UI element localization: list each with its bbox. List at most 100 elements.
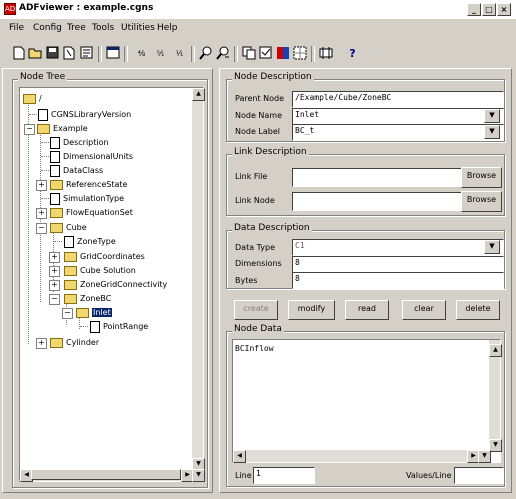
menu-file[interactable]: File	[9, 23, 24, 33]
line-field[interactable]: 1	[253, 467, 315, 484]
node-name-field[interactable]: Inlet	[292, 108, 504, 125]
link-node-browse-button[interactable]: Browse	[461, 191, 502, 212]
scroll-left-icon[interactable]: ◀	[233, 450, 246, 463]
toolbar-separator	[124, 46, 128, 62]
link-icon[interactable]: ⁴⁄₈	[133, 46, 150, 62]
chevron-down-icon[interactable]: ▼	[484, 125, 500, 139]
horizontal-scroll-thumb[interactable]	[31, 469, 181, 480]
plot-icon[interactable]	[274, 46, 291, 62]
properties-icon[interactable]	[78, 46, 95, 62]
collapse-icon[interactable]: −	[49, 294, 60, 305]
clear-button[interactable]: clear	[402, 300, 446, 320]
scroll-up-icon[interactable]: ▲	[192, 88, 205, 101]
tree-node-pointrange[interactable]: PointRange	[90, 320, 148, 333]
tree-view-icon[interactable]	[104, 46, 121, 62]
save-icon[interactable]	[44, 46, 61, 62]
tree-node-zonetype[interactable]: ZoneType	[64, 235, 116, 248]
tree-line	[41, 156, 49, 157]
help-icon[interactable]: ?	[344, 46, 361, 62]
tree-node-dimensionalunits[interactable]: DimensionalUnits	[50, 150, 133, 163]
expand-icon[interactable]: +	[36, 180, 47, 191]
check-node-icon[interactable]	[257, 46, 274, 62]
grid-icon[interactable]	[291, 46, 308, 62]
tree-node-cgnslibraryversion[interactable]: CGNSLibraryVersion	[38, 108, 131, 121]
node-label-field[interactable]: BC_t	[292, 124, 504, 141]
config-icon[interactable]	[317, 46, 334, 62]
line-label: Line	[235, 471, 252, 480]
tree-node-zonebc[interactable]: ZoneBC	[64, 292, 111, 305]
collapse-icon[interactable]: −	[24, 124, 35, 135]
link-node-label: Link Node	[235, 196, 275, 205]
read-button[interactable]: read	[345, 300, 389, 320]
bytes-field[interactable]: 8	[292, 272, 504, 289]
collapse-icon[interactable]: −	[62, 308, 73, 319]
menu-help[interactable]: Help	[157, 23, 178, 33]
link-file-browse-button[interactable]: Browse	[461, 167, 502, 188]
scroll-down-icon[interactable]: ▼	[192, 469, 205, 482]
tree-node-root[interactable]: /	[23, 92, 42, 105]
scroll-up-icon[interactable]: ▲	[489, 344, 502, 357]
create-button[interactable]: create	[234, 300, 278, 320]
node-tree-view[interactable]: ▲ ▼ ◀ ▶ ▼ / CGNSLibraryVersion − Example…	[19, 87, 205, 482]
document-icon	[50, 136, 60, 149]
chevron-down-icon[interactable]: ▼	[484, 109, 500, 123]
dimensions-field[interactable]: 8	[292, 256, 504, 273]
unlink-icon[interactable]: ⁵⁄₁	[152, 46, 169, 62]
expand-icon[interactable]: +	[36, 338, 47, 349]
tree-line	[54, 241, 62, 242]
modify-button[interactable]: modify	[288, 300, 335, 320]
toolbar-separator	[234, 46, 238, 62]
menu-utilities[interactable]: Utilities	[121, 23, 155, 33]
node-type-icon[interactable]: ¹⁄₁	[171, 46, 188, 62]
link-file-field[interactable]	[292, 168, 464, 187]
tree-node-referencestate[interactable]: ReferenceState	[50, 178, 127, 191]
menu-tree[interactable]: Tree	[67, 23, 86, 33]
dimensions-label: Dimensions	[235, 259, 282, 268]
tree-node-dataclass[interactable]: DataClass	[50, 164, 103, 177]
maximize-button[interactable]: □	[482, 3, 496, 16]
document-icon	[50, 192, 60, 205]
tree-line	[80, 326, 88, 327]
data-horizontal-scrollbar[interactable]	[233, 450, 489, 462]
tree-node-example[interactable]: Example	[37, 122, 88, 135]
minimize-button[interactable]: _	[467, 3, 481, 16]
data-type-field[interactable]: C1	[292, 239, 504, 256]
collapse-icon[interactable]: −	[36, 223, 47, 234]
tree-node-inlet[interactable]: Inlet	[76, 306, 112, 319]
tree-node-flowequationset[interactable]: FlowEquationSet	[50, 206, 133, 219]
expand-icon[interactable]: +	[36, 208, 47, 219]
expand-icon[interactable]: +	[49, 280, 60, 291]
paste-node-icon[interactable]	[240, 46, 257, 62]
chevron-down-icon[interactable]: ▼	[484, 240, 500, 254]
open-file-icon[interactable]	[27, 46, 44, 62]
copy-file-icon[interactable]	[61, 46, 78, 62]
scroll-down-icon[interactable]: ▼	[478, 450, 491, 463]
find-next-icon[interactable]	[214, 46, 231, 62]
data-description-title: Data Description	[232, 223, 312, 233]
delete-button[interactable]: delete	[456, 300, 500, 320]
expand-icon[interactable]: +	[49, 252, 60, 263]
node-label-label: Node Label	[235, 127, 281, 136]
tree-node-description[interactable]: Description	[50, 136, 109, 149]
close-button[interactable]: ×	[497, 3, 511, 16]
link-description-title: Link Description	[232, 147, 309, 157]
find-icon[interactable]	[197, 46, 214, 62]
parent-node-field[interactable]: /Example/Cube/ZoneBC	[292, 91, 504, 108]
tree-vertical-scrollbar[interactable]	[192, 88, 203, 469]
tree-node-simulationtype[interactable]: SimulationType	[50, 192, 124, 205]
expand-icon[interactable]: +	[49, 266, 60, 277]
tree-node-cube-solution[interactable]: Cube Solution	[64, 264, 136, 277]
tree-node-zonegridconnectivity[interactable]: ZoneGridConnectivity	[64, 278, 167, 291]
tree-node-cube[interactable]: Cube	[50, 221, 87, 234]
tree-node-gridcoordinates[interactable]: GridCoordinates	[64, 250, 145, 263]
menu-tools[interactable]: Tools	[92, 23, 114, 33]
new-file-icon[interactable]	[10, 46, 27, 62]
link-node-field[interactable]	[292, 192, 464, 211]
menu-config[interactable]: Config	[33, 23, 62, 33]
title-bar[interactable]: ADF ADFviewer : example.cgns _ □ ×	[0, 0, 516, 19]
document-icon	[38, 108, 48, 121]
node-data-textarea[interactable]: BCInflow ▲ ▼ ◀ ▶ ▼	[232, 339, 502, 463]
tree-node-cylinder[interactable]: Cylinder	[50, 336, 99, 349]
values-per-line-field[interactable]	[454, 467, 504, 484]
folder-icon	[50, 337, 63, 348]
